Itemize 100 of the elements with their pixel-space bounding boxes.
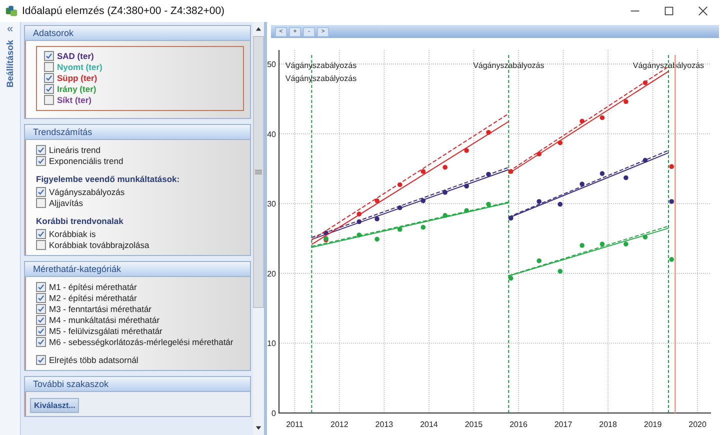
data-point xyxy=(508,276,514,281)
grip-icon xyxy=(255,169,262,175)
x-tick-label: 2020 xyxy=(688,420,706,429)
panel-header[interactable]: Mérethatár-kategóriák xyxy=(25,262,250,277)
data-point xyxy=(356,212,362,216)
checkbox-label: M4 - munkáltatási mérethatár xyxy=(49,315,160,325)
checkbox[interactable] xyxy=(36,198,46,208)
x-tick-label: 2017 xyxy=(554,420,572,429)
checkbox[interactable] xyxy=(36,240,46,250)
series-label: Síkt (ter) xyxy=(57,95,92,105)
maximize-icon[interactable] xyxy=(664,6,674,16)
checkbox[interactable] xyxy=(44,73,54,83)
x-tick-label: 2018 xyxy=(599,420,617,429)
x-tick-label: 2015 xyxy=(464,420,483,429)
scroll-up-icon[interactable] xyxy=(255,26,262,32)
checkbox[interactable] xyxy=(36,315,46,325)
scroll-down-icon[interactable] xyxy=(255,425,262,431)
data-point xyxy=(624,99,628,104)
data-point xyxy=(420,169,426,174)
checkbox[interactable] xyxy=(44,51,54,61)
data-point xyxy=(600,171,605,176)
series-label: SAD (ter) xyxy=(57,51,94,61)
group-heading: Figyelembe veendő munkáltatások: xyxy=(36,174,181,184)
checkbox[interactable] xyxy=(36,355,46,365)
data-point xyxy=(600,242,605,246)
panel-header[interactable]: További szakaszok xyxy=(25,377,250,392)
work-label: Vágányszabályozás xyxy=(632,61,704,70)
checkbox[interactable] xyxy=(44,95,54,105)
data-point xyxy=(642,234,648,240)
checkbox[interactable] xyxy=(36,282,46,292)
checkbox-label: Aljjavítás xyxy=(49,198,84,208)
checkbox[interactable] xyxy=(36,187,46,197)
checkbox-label: Korábbiak is xyxy=(49,229,96,239)
x-tick-label: 2016 xyxy=(510,420,528,429)
close-icon[interactable] xyxy=(698,6,708,16)
checkbox[interactable] xyxy=(44,84,54,94)
data-point xyxy=(558,140,563,146)
data-point xyxy=(508,169,514,174)
data-point xyxy=(420,224,426,230)
checkbox[interactable] xyxy=(36,156,46,166)
checkbox[interactable] xyxy=(36,337,46,347)
data-point xyxy=(642,158,648,163)
y-tick-label: 50 xyxy=(267,60,276,69)
data-point xyxy=(442,213,448,218)
data-point xyxy=(508,216,514,221)
data-point xyxy=(580,182,584,186)
checkbox-label: Lineáris trend xyxy=(49,145,101,155)
checkbox-label: M5 - felülvizsgálati mérethatár xyxy=(49,326,162,336)
data-point xyxy=(397,182,402,188)
scrollbar[interactable] xyxy=(253,22,264,435)
series-label: Irány (ter) xyxy=(57,84,96,94)
collapse-button[interactable]: « xyxy=(6,24,14,34)
x-tick-label: 2012 xyxy=(330,420,348,429)
group-heading: Korábbi trendvonalak xyxy=(36,216,124,226)
panel-header[interactable]: Trendszámítás xyxy=(25,125,250,140)
data-point xyxy=(669,164,674,169)
x-tick-label: 2019 xyxy=(644,420,662,429)
checkbox[interactable] xyxy=(36,304,46,314)
data-point xyxy=(356,232,362,238)
data-point xyxy=(536,199,542,204)
select-button[interactable]: Kiválaszt... xyxy=(30,398,80,413)
work-label: Vágányszabályozás xyxy=(473,61,544,70)
checkbox[interactable] xyxy=(44,62,54,72)
checkbox-label: M6 - sebességkorlátozás-mérlegelési mérethatár xyxy=(49,337,234,347)
x-tick-label: 2011 xyxy=(286,420,304,429)
window-title: Időalapú elemzés (Z4:380+00 - Z4:382+00) xyxy=(22,5,225,17)
data-point xyxy=(486,172,491,177)
data-point xyxy=(580,118,584,124)
panel-header[interactable]: Adatsorok xyxy=(25,26,250,41)
data-point xyxy=(442,190,448,195)
settings-tab-label[interactable]: Beállítások xyxy=(5,40,15,88)
y-tick-label: 20 xyxy=(267,269,276,278)
data-point xyxy=(486,130,491,135)
checkbox[interactable] xyxy=(36,326,46,336)
data-point xyxy=(536,152,542,156)
checkbox-label: M1 - építési mérethatár xyxy=(49,282,137,292)
y-tick-label: 10 xyxy=(267,339,276,348)
checkbox[interactable] xyxy=(36,145,46,155)
work-label: Vágányszabályozás xyxy=(285,61,357,70)
data-point xyxy=(486,202,491,207)
work-label: Vágányszabályozás xyxy=(285,74,357,83)
data-point xyxy=(374,236,380,242)
side-tab[interactable]: « Beállítások xyxy=(0,22,21,435)
checkbox[interactable] xyxy=(36,229,46,239)
checkbox-label: M2 - építési mérethatár xyxy=(49,293,137,303)
data-point xyxy=(536,258,542,264)
y-tick-label: 30 xyxy=(267,200,276,209)
checkbox-label: Korábbiak továbbrajzolása xyxy=(49,240,150,250)
data-point xyxy=(464,184,469,189)
checkbox-label: Exponenciális trend xyxy=(49,156,124,166)
scrollbar-thumb[interactable] xyxy=(253,36,264,308)
y-tick-label: 40 xyxy=(267,130,276,139)
data-point xyxy=(464,208,469,213)
checkbox[interactable] xyxy=(36,293,46,303)
data-point xyxy=(356,219,362,224)
x-tick-label: 2013 xyxy=(375,420,394,429)
data-point xyxy=(397,227,402,232)
data-point xyxy=(624,175,628,180)
data-point xyxy=(374,216,380,222)
data-point xyxy=(420,198,426,204)
